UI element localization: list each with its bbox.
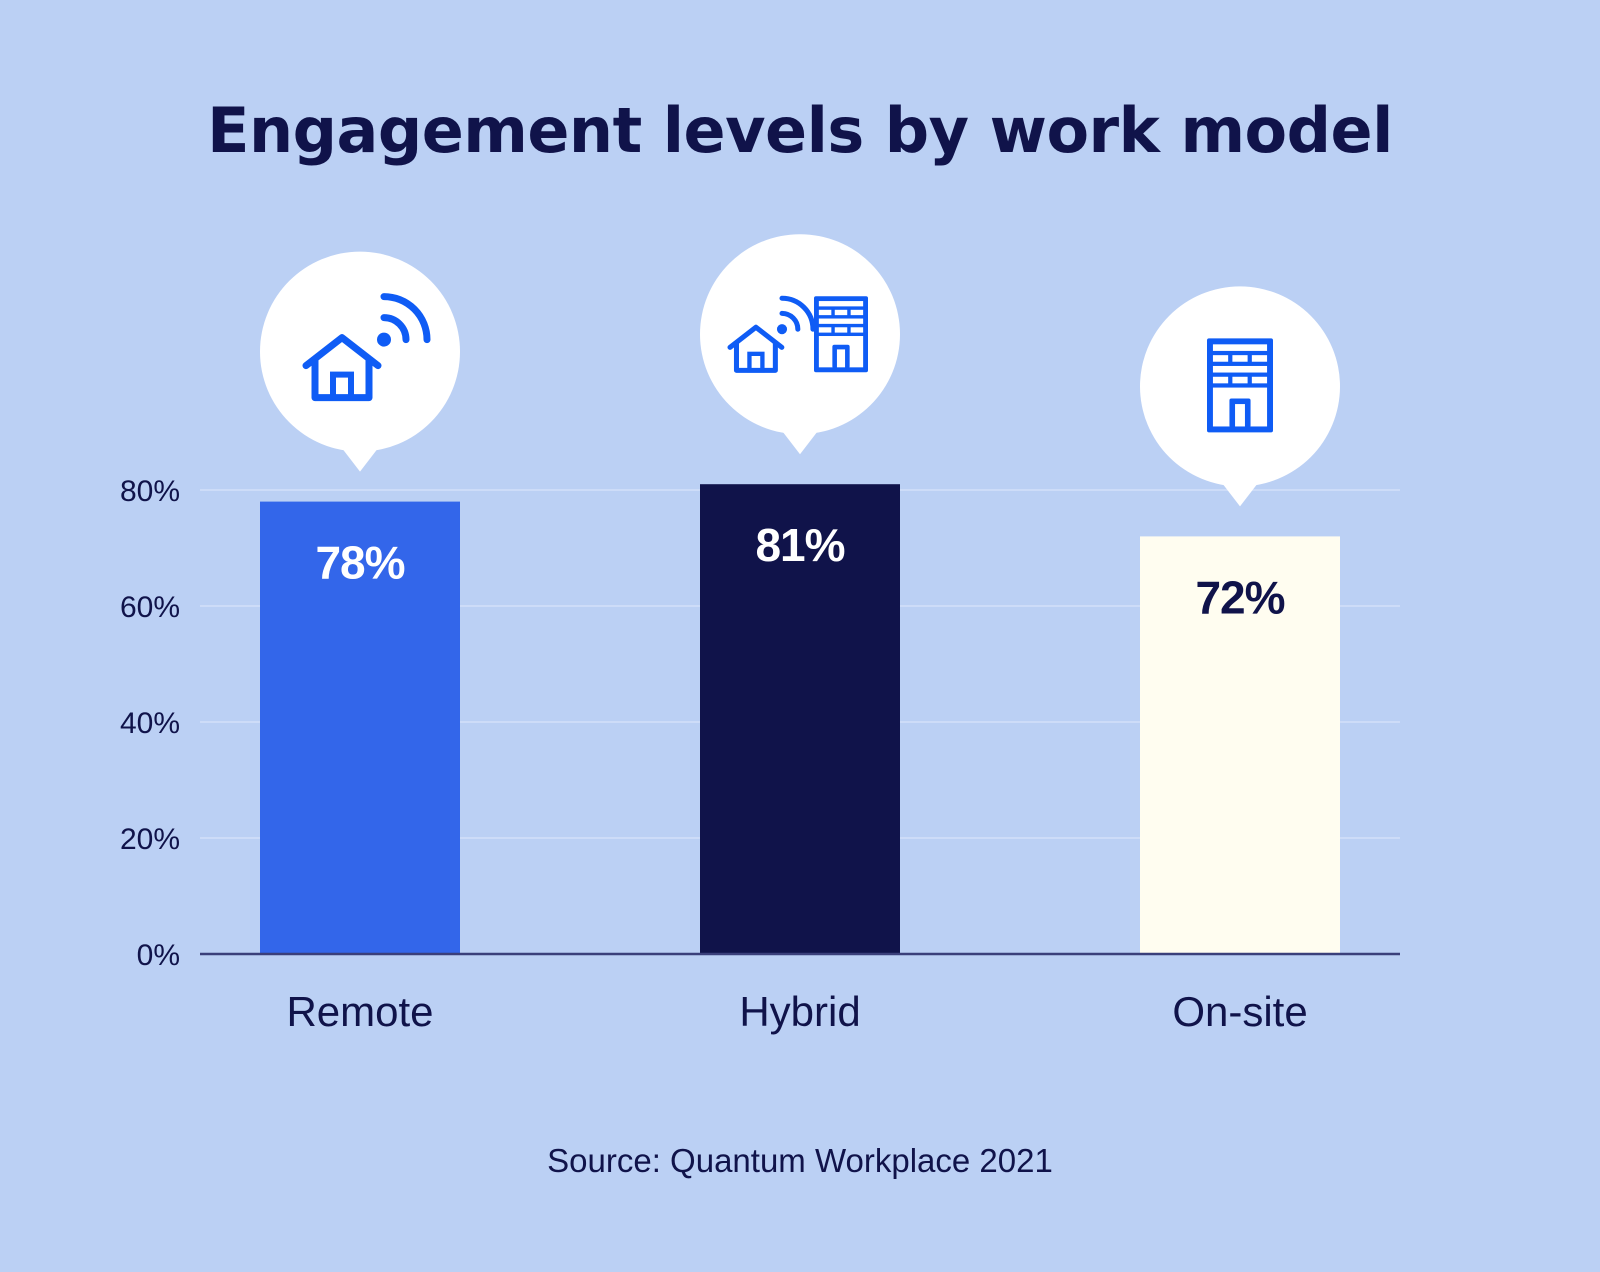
speech-bubble bbox=[700, 234, 900, 435]
source-note: Source: Quantum Workplace 2021 bbox=[547, 1142, 1053, 1179]
bars: 78% 81% 72% bbox=[260, 484, 1340, 954]
y-tick-label: 60% bbox=[120, 591, 180, 624]
chart-title: Engagement levels by work model bbox=[207, 94, 1393, 167]
icon-bubble-remote bbox=[260, 251, 460, 472]
y-tick-label: 0% bbox=[137, 939, 180, 972]
bar-value-label: 78% bbox=[315, 537, 404, 589]
y-axis-ticks: 0% 20% 40% 60% 80% bbox=[120, 475, 180, 972]
bar-chart: Engagement levels by work model 0% 20% 40%… bbox=[120, 94, 1400, 1179]
bar-value-label: 81% bbox=[755, 519, 844, 571]
speech-bubble-pointer bbox=[780, 428, 820, 455]
icon-bubble-on-site bbox=[1140, 286, 1340, 507]
y-tick-label: 80% bbox=[120, 475, 180, 508]
office-building-icon bbox=[1207, 338, 1273, 433]
x-category-label: On-site bbox=[1172, 988, 1307, 1035]
speech-bubble-pointer bbox=[1220, 480, 1260, 507]
speech-bubble-pointer bbox=[340, 445, 380, 472]
icon-bubble-hybrid bbox=[700, 234, 900, 455]
y-tick-label: 40% bbox=[120, 707, 180, 740]
bar-value-label: 72% bbox=[1195, 571, 1284, 623]
x-axis-categories: Remote Hybrid On-site bbox=[286, 988, 1307, 1035]
x-category-label: Hybrid bbox=[739, 988, 860, 1035]
x-category-label: Remote bbox=[286, 988, 433, 1035]
icon-bubbles bbox=[260, 234, 1340, 507]
y-tick-label: 20% bbox=[120, 823, 180, 856]
